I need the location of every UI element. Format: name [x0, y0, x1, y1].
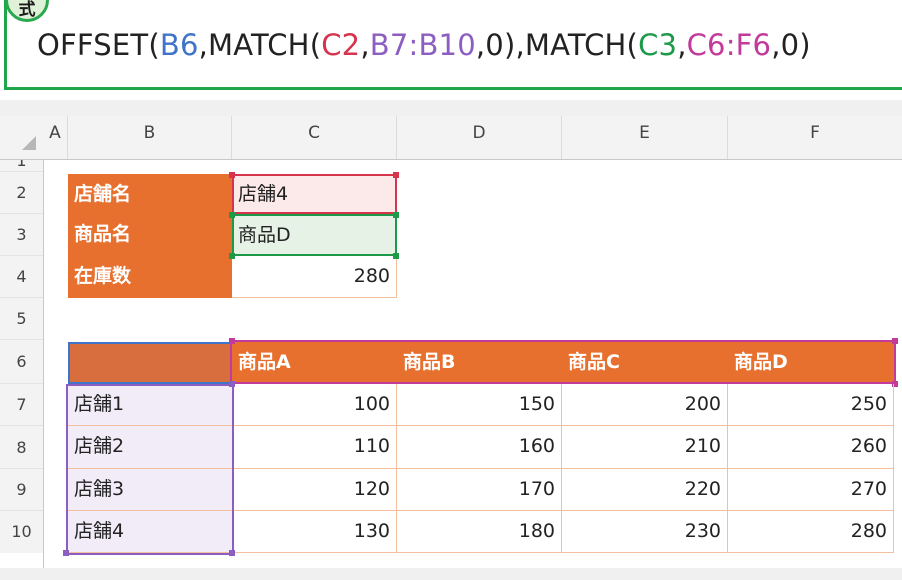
stock-label-cell[interactable]: 在庫数	[68, 256, 232, 298]
column-header-e[interactable]: E	[562, 116, 728, 160]
row-header-1[interactable]: 1	[0, 160, 43, 172]
range-handle[interactable]	[229, 253, 235, 259]
value-cell[interactable]: 160	[397, 426, 562, 469]
store-range-highlight	[66, 384, 234, 555]
range-handle[interactable]	[63, 550, 69, 556]
formula-bar[interactable]: 式 OFFSET(B6,MATCH(C2,B7:B10,0),MATCH(C3,…	[4, 0, 902, 90]
column-header-f[interactable]: F	[728, 116, 902, 160]
range-handle[interactable]	[229, 550, 235, 556]
column-header-b[interactable]: B	[68, 116, 232, 160]
product-label-cell[interactable]: 商品名	[68, 214, 232, 256]
formula-ref-b6: B6	[159, 28, 199, 62]
header-divider	[0, 159, 902, 160]
formula-text[interactable]: OFFSET(B6,MATCH(C2,B7:B10,0),MATCH(C3,C6…	[37, 28, 811, 62]
row-header-divider	[43, 160, 44, 570]
select-all-icon	[22, 136, 36, 150]
range-handle[interactable]	[393, 253, 399, 259]
range-handle[interactable]	[229, 381, 235, 387]
value-cell[interactable]: 200	[562, 384, 728, 426]
column-header-c[interactable]: C	[232, 116, 397, 160]
range-handle[interactable]	[229, 172, 235, 178]
range-handle[interactable]	[393, 172, 399, 178]
value-cell[interactable]: 180	[397, 511, 562, 553]
value-cell[interactable]: 220	[562, 469, 728, 511]
row-header-2[interactable]: 2	[0, 172, 43, 214]
formula-token: ,	[677, 28, 687, 62]
row-header-7[interactable]: 7	[0, 384, 43, 426]
value-cell[interactable]: 250	[728, 384, 894, 426]
formula-badge: 式	[5, 0, 49, 22]
row-header-5[interactable]: 5	[0, 298, 43, 340]
row-header-3[interactable]: 3	[0, 214, 43, 256]
value-cell[interactable]: 230	[562, 511, 728, 553]
value-cell[interactable]: 280	[728, 511, 894, 553]
store-label-cell[interactable]: 店舗名	[68, 174, 232, 214]
store-input-cell[interactable]: 店舗4	[232, 174, 397, 214]
value-cell[interactable]: 120	[232, 469, 397, 511]
formula-ref-c2: C2	[321, 28, 361, 62]
sheet-bottom-band	[0, 568, 902, 580]
column-header-a[interactable]: A	[43, 116, 68, 160]
value-cell[interactable]: 260	[728, 426, 894, 469]
range-handle[interactable]	[229, 212, 235, 218]
formula-token: ,	[360, 28, 370, 62]
row-header-4[interactable]: 4	[0, 256, 43, 298]
select-all-corner[interactable]	[0, 116, 43, 160]
row-header-6[interactable]: 6	[0, 340, 43, 384]
separator-band	[0, 100, 902, 116]
formula-ref-c3: C3	[638, 28, 678, 62]
product-input-cell[interactable]: 商品D	[232, 214, 397, 256]
value-cell[interactable]: 150	[397, 384, 562, 426]
value-cell[interactable]: 110	[232, 426, 397, 469]
row-header-10[interactable]: 10	[0, 511, 43, 553]
header-range-highlight	[230, 340, 896, 384]
value-cell[interactable]: 270	[728, 469, 894, 511]
spreadsheet-grid: A B C D E F 1 2 3 4 5 6 7 8 9 10 店舗名 店舗4…	[0, 116, 902, 580]
stock-result-cell[interactable]: 280	[232, 256, 397, 298]
row-header-8[interactable]: 8	[0, 426, 43, 469]
row-header-9[interactable]: 9	[0, 469, 43, 511]
value-cell[interactable]: 130	[232, 511, 397, 553]
value-cell[interactable]: 170	[397, 469, 562, 511]
range-handle[interactable]	[393, 212, 399, 218]
value-cell[interactable]: 100	[232, 384, 397, 426]
formula-token: OFFSET(	[37, 28, 160, 62]
value-cell[interactable]: 210	[562, 426, 728, 469]
formula-token: ,MATCH(	[198, 28, 322, 62]
range-handle[interactable]	[892, 338, 898, 344]
formula-ref-c6-f6: C6:F6	[686, 28, 772, 62]
formula-ref-b7-b10: B7:B10	[369, 28, 476, 62]
range-handle[interactable]	[229, 338, 235, 344]
column-header-d[interactable]: D	[397, 116, 562, 160]
formula-token: ,0)	[771, 28, 811, 62]
formula-token: ,0),MATCH(	[475, 28, 639, 62]
table-corner-cell[interactable]	[68, 342, 232, 384]
